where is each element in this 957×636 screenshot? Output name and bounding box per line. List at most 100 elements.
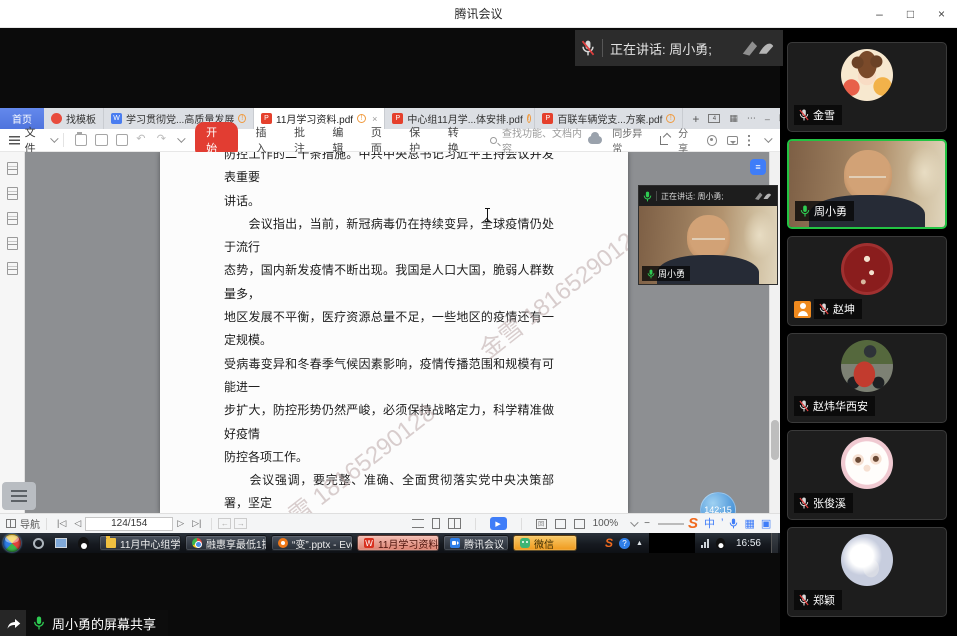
fit-page-icon[interactable] xyxy=(555,519,566,529)
participant-name: 赵坤 xyxy=(833,301,855,317)
share-forward-icon[interactable] xyxy=(0,610,26,636)
glasses xyxy=(849,170,886,178)
everything-icon xyxy=(278,538,288,548)
collapse-chevron-icon[interactable] xyxy=(764,134,772,142)
taskbar-task-4[interactable]: W11月学习资料.pdf... xyxy=(357,535,439,551)
share-banner-label: 周小勇的屏幕共享 xyxy=(52,614,156,633)
attachment-icon[interactable] xyxy=(7,237,18,250)
floating-self-view-window[interactable]: 正在讲话: 周小勇; xyxy=(638,185,778,285)
double-page-view-icon[interactable] xyxy=(448,518,461,529)
fit-width-icon[interactable] xyxy=(412,519,424,528)
bookmark-icon[interactable] xyxy=(7,162,18,175)
system-tray: S ? ▲ 16:56 xyxy=(605,533,780,553)
participant-tile-4[interactable]: 赵炜华西安 xyxy=(787,333,947,423)
ribbon-logo-icon xyxy=(739,37,777,59)
participant-tile-3[interactable]: 赵坤 xyxy=(787,236,947,326)
outline-nav-button[interactable] xyxy=(2,482,36,510)
sogou-logo-icon[interactable]: S xyxy=(688,515,698,532)
punctuation-icon[interactable]: ’ xyxy=(721,517,723,529)
taskbar-task-5[interactable]: 腾讯会议 xyxy=(443,535,509,551)
chinese-mode-icon[interactable]: 中 xyxy=(704,515,715,531)
fit-window-icon[interactable] xyxy=(574,519,585,529)
comment-icon[interactable] xyxy=(727,136,737,145)
back-view-button[interactable]: ← xyxy=(218,518,231,529)
task-label: 融惠享最低1折开... xyxy=(206,536,267,551)
undo-icon[interactable]: ↶ xyxy=(136,134,149,146)
toolbox-icon[interactable]: ▣ xyxy=(761,517,771,530)
document-canvas[interactable]: 防控工作的二十条措施。中共中央总书记习近平主持会议并发表重要讲话。 会议指出，当… xyxy=(25,152,780,513)
mic-on-icon xyxy=(33,616,45,630)
qq-tray-icon[interactable] xyxy=(716,537,725,548)
taskbar-task-1[interactable]: 11月中心组学习 xyxy=(99,535,181,551)
open-folder-icon[interactable] xyxy=(75,134,88,146)
cloud-sync-icon[interactable] xyxy=(588,136,602,144)
page-number-input[interactable]: 124/154 xyxy=(85,517,173,531)
input-method-bar[interactable]: S 中 ’ ▦ ▣ xyxy=(684,513,775,533)
redo-icon[interactable]: ↷ xyxy=(157,134,170,146)
participant-tile-6[interactable]: 郑颖 xyxy=(787,527,947,617)
mic-muted-icon[interactable] xyxy=(581,40,595,56)
print-icon[interactable] xyxy=(116,134,129,146)
more-options-icon[interactable] xyxy=(748,135,751,146)
zoom-slider[interactable] xyxy=(658,523,684,525)
tab-label: 找模板 xyxy=(66,111,96,126)
maximize-button[interactable]: □ xyxy=(895,0,926,28)
next-page-button[interactable]: ▷ xyxy=(177,518,184,529)
close-button[interactable]: × xyxy=(926,0,957,28)
participant-tile-2[interactable]: 周小勇 xyxy=(787,139,947,229)
tray-expand-icon[interactable]: ▲ xyxy=(636,540,643,547)
sogou-tray-icon[interactable]: S xyxy=(605,536,613,550)
clock[interactable]: 16:56 xyxy=(736,538,761,549)
search-box[interactable]: 查找功能、文档内容 xyxy=(490,125,588,155)
document-tab-2[interactable]: 找模板 xyxy=(44,108,104,129)
more-tools-chevron-icon[interactable] xyxy=(177,134,185,142)
forward-view-button[interactable]: → xyxy=(234,518,247,529)
gear-icon[interactable] xyxy=(707,135,717,146)
signature-icon[interactable] xyxy=(7,262,18,275)
start-button[interactable] xyxy=(3,534,21,552)
taskbar-task-2[interactable]: 融惠享最低1折开... xyxy=(185,535,267,551)
system-icon[interactable] xyxy=(33,538,44,549)
previous-page-button[interactable]: ◁ xyxy=(74,518,81,529)
mic-muted-icon xyxy=(799,109,809,121)
participant-name-row: 张俊溪 xyxy=(794,493,853,513)
zoom-out-button[interactable]: − xyxy=(644,518,650,529)
wps-minimize-button[interactable]: – xyxy=(765,114,770,124)
image-icon[interactable] xyxy=(7,187,18,200)
single-page-view-icon[interactable] xyxy=(432,518,440,529)
avatar xyxy=(841,534,893,586)
last-page-button[interactable]: ▷| xyxy=(192,518,201,529)
comment-icon[interactable] xyxy=(7,212,18,225)
split-view-icon[interactable]: 4 xyxy=(708,114,720,123)
screen-share-banner: 周小勇的屏幕共享 xyxy=(0,610,168,636)
navigation-button[interactable]: 导航 xyxy=(6,516,40,531)
help-tray-icon[interactable]: ? xyxy=(619,538,630,549)
keyboard-icon[interactable]: ▦ xyxy=(744,517,754,530)
participant-tile-1[interactable]: 金雪 xyxy=(787,42,947,132)
more-options-icon[interactable]: ⋯ xyxy=(747,113,756,124)
menu-icon[interactable] xyxy=(9,136,20,145)
quick-tool-icon[interactable]: ≡ xyxy=(750,159,766,175)
first-page-button[interactable]: |◁ xyxy=(57,518,66,529)
workspace-grid-icon[interactable]: ▦ xyxy=(729,113,738,124)
zoom-level[interactable]: 100% xyxy=(593,518,619,529)
slideshow-play-button[interactable]: ▶ xyxy=(490,517,507,530)
self-view-video: 周小勇 xyxy=(639,206,777,284)
taskbar-task-6[interactable]: 微信 xyxy=(513,535,577,551)
zoom-chevron-icon[interactable] xyxy=(630,518,638,526)
pdf-file-icon: P xyxy=(542,113,553,124)
scrollbar-thumb[interactable] xyxy=(771,420,779,460)
show-desktop-button[interactable] xyxy=(771,533,778,553)
share-label[interactable]: 分享 xyxy=(678,125,697,155)
minimize-button[interactable]: – xyxy=(864,0,895,28)
share-icon[interactable] xyxy=(660,136,668,145)
qq-icon[interactable] xyxy=(78,537,89,550)
network-icon[interactable] xyxy=(701,539,709,548)
actual-size-icon[interactable]: 回 xyxy=(536,519,547,529)
taskbar-task-3[interactable]: “变”.pptx - Every... xyxy=(271,535,353,551)
voice-input-icon[interactable] xyxy=(729,518,738,529)
explorer-icon[interactable] xyxy=(55,538,67,548)
pdf-page[interactable]: 防控工作的二十条措施。中共中央总书记习近平主持会议并发表重要讲话。 会议指出，当… xyxy=(160,152,628,513)
participant-tile-5[interactable]: 张俊溪 xyxy=(787,430,947,520)
save-icon[interactable] xyxy=(95,134,108,146)
